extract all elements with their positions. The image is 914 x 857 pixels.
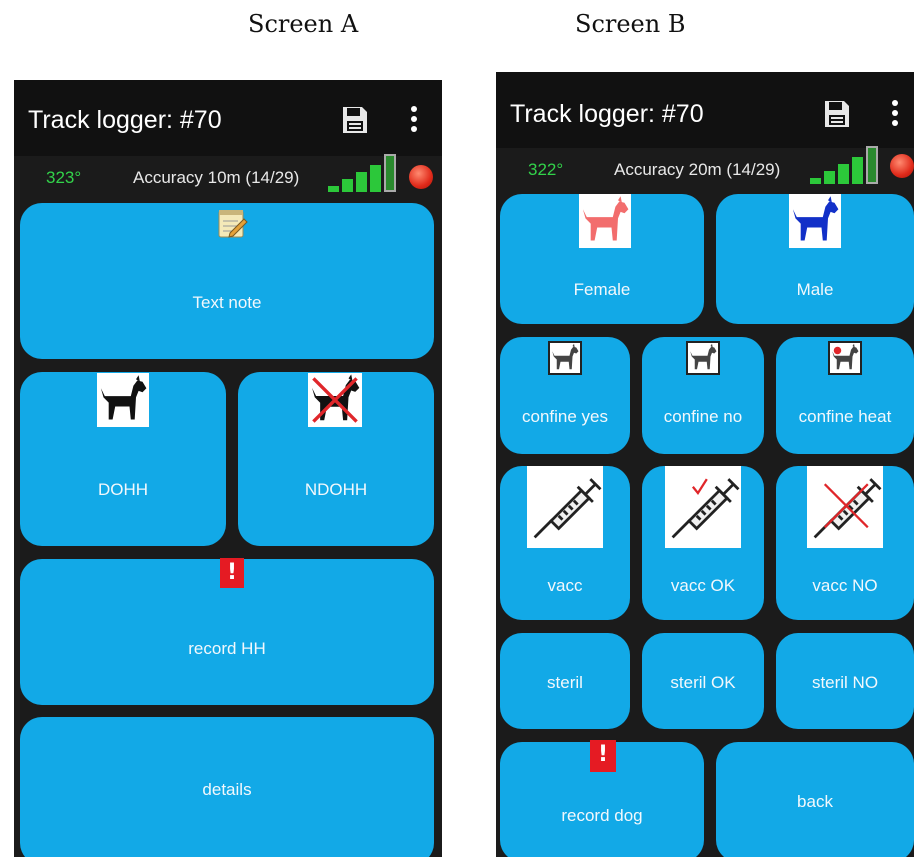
dog-crossed-icon	[308, 373, 362, 427]
dohh-button[interactable]: DOHH	[20, 372, 226, 546]
dog-icon	[97, 373, 149, 427]
signal-icon	[810, 146, 882, 184]
signal-icon	[328, 154, 400, 192]
details-label: details	[202, 780, 252, 799]
screen-a: Track logger: #70 323° Accuracy 10m (14/…	[14, 80, 442, 857]
confine-heat-button[interactable]: confine heat	[776, 337, 914, 454]
confine-no-button[interactable]: confine no	[642, 337, 764, 454]
ndohh-label: NDOHH	[304, 480, 368, 499]
confine-heat-label: confine heat	[798, 407, 892, 426]
syringe-icon	[527, 466, 603, 548]
record-hh-label: record HH	[188, 639, 266, 658]
save-icon[interactable]	[824, 100, 850, 128]
female-button[interactable]: Female	[500, 194, 704, 324]
steril-button[interactable]: steril	[500, 633, 630, 729]
syringe-icon	[807, 466, 883, 548]
steril-ok-label: steril OK	[670, 673, 736, 692]
app-title: Track logger: #70	[28, 106, 222, 134]
record-icon[interactable]	[409, 165, 433, 189]
details-button[interactable]: details	[20, 717, 434, 857]
steril-label: steril	[547, 673, 583, 692]
vacc-button[interactable]: vacc	[500, 466, 630, 620]
heading-value: 322°	[528, 160, 564, 179]
text-note-button[interactable]: Text note	[20, 203, 434, 359]
overflow-menu-icon[interactable]	[410, 106, 418, 136]
female-label: Female	[573, 280, 631, 299]
vacc-ok-label: vacc OK	[670, 576, 736, 595]
exclamation-icon: !	[590, 740, 616, 772]
exclamation-icon: !	[220, 558, 244, 588]
back-label: back	[797, 792, 833, 811]
app-toolbar: Track logger: #70	[496, 72, 914, 148]
dog-icon	[548, 341, 582, 375]
notepad-icon	[218, 210, 248, 238]
back-button[interactable]: back	[716, 742, 914, 857]
steril-no-label: steril NO	[811, 673, 879, 692]
vacc-no-button[interactable]: vacc NO	[776, 466, 914, 620]
accuracy-text: Accuracy 10m (14/29)	[133, 168, 300, 187]
overflow-menu-icon[interactable]	[891, 100, 899, 130]
record-hh-button[interactable]: ! record HH	[20, 558, 434, 705]
text-note-label: Text note	[192, 293, 262, 312]
male-button[interactable]: Male	[716, 194, 914, 324]
confine-yes-label: confine yes	[522, 407, 608, 426]
record-dog-label: record dog	[561, 806, 643, 825]
dog-icon	[579, 194, 631, 248]
vacc-label: vacc	[547, 576, 583, 595]
steril-ok-button[interactable]: steril OK	[642, 633, 764, 729]
save-icon[interactable]	[342, 106, 368, 134]
confine-yes-button[interactable]: confine yes	[500, 337, 630, 454]
dog-icon	[686, 341, 720, 375]
caption-screen-a: Screen A	[248, 10, 359, 38]
record-icon[interactable]	[890, 154, 914, 178]
screen-b: Track logger: #70 322° Accuracy 20m (14/…	[496, 72, 914, 857]
vacc-no-label: vacc NO	[812, 576, 878, 595]
dog-icon	[828, 341, 862, 375]
caption-screen-b: Screen B	[575, 10, 686, 38]
confine-no-label: confine no	[663, 407, 743, 426]
app-title: Track logger: #70	[510, 100, 704, 128]
dog-icon	[789, 194, 841, 248]
syringe-icon	[665, 466, 741, 548]
male-label: Male	[796, 280, 834, 299]
vacc-ok-button[interactable]: vacc OK	[642, 466, 764, 620]
steril-no-button[interactable]: steril NO	[776, 633, 914, 729]
ndohh-button[interactable]: NDOHH	[238, 372, 434, 546]
heading-value: 323°	[46, 168, 82, 187]
record-dog-button[interactable]: ! record dog	[500, 740, 704, 857]
app-toolbar: Track logger: #70	[14, 80, 442, 156]
dohh-label: DOHH	[97, 480, 149, 499]
accuracy-text: Accuracy 20m (14/29)	[614, 160, 781, 179]
